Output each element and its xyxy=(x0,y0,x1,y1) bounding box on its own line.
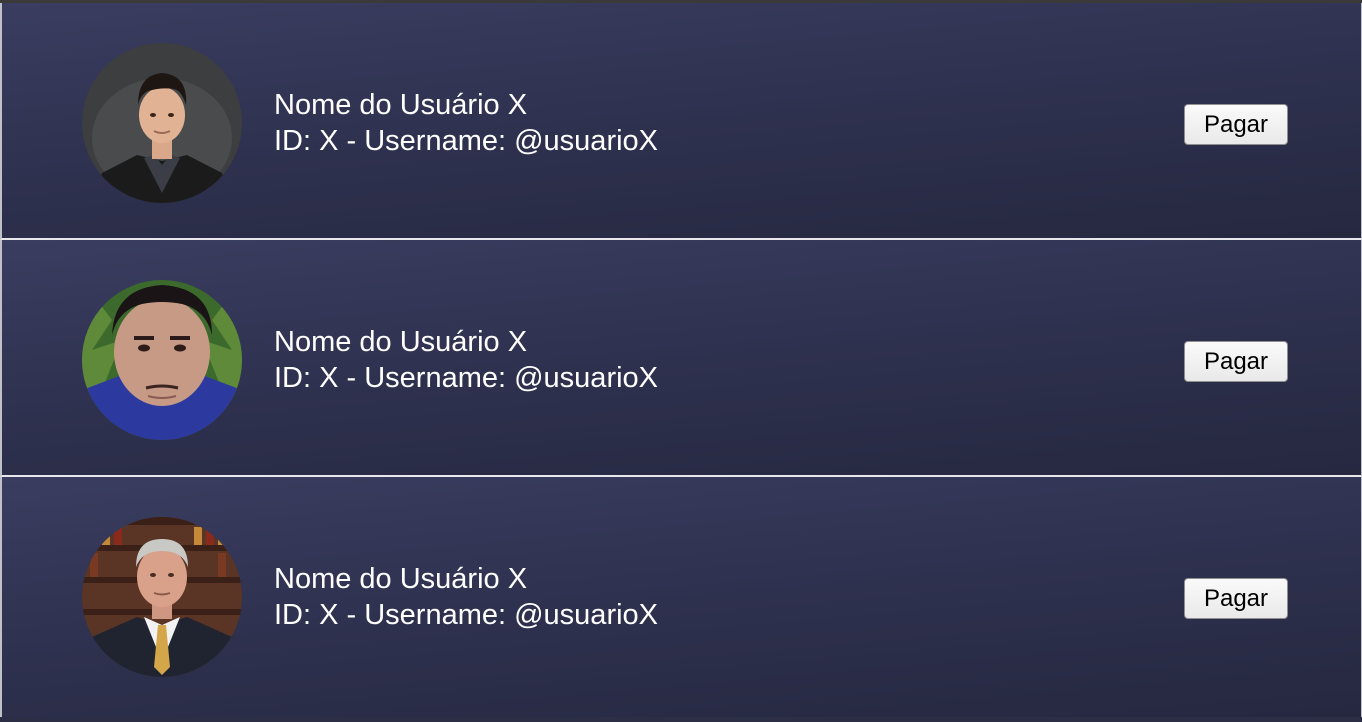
user-details: ID: X - Username: @usuarioX xyxy=(274,125,659,157)
user-photo-icon xyxy=(82,517,242,677)
user-details: ID: X - Username: @usuarioX xyxy=(274,599,659,631)
avatar xyxy=(82,517,242,677)
user-name: Nome do Usuário X xyxy=(274,326,528,358)
user-list: Nome do Usuário X ID: X - Username: @usu… xyxy=(0,3,1362,717)
user-info: Nome do Usuário X ID: X - Username: @usu… xyxy=(274,324,658,396)
avatar xyxy=(82,43,242,203)
user-photo-icon xyxy=(82,280,242,440)
user-card: Nome do Usuário X ID: X - Username: @usu… xyxy=(0,3,1362,240)
avatar xyxy=(82,280,242,440)
user-card: Nome do Usuário X ID: X - Username: @usu… xyxy=(0,477,1362,717)
pay-button[interactable]: Pagar xyxy=(1184,341,1288,382)
user-name: Nome do Usuário X xyxy=(274,89,528,121)
user-details: ID: X - Username: @usuarioX xyxy=(274,362,659,394)
pay-button[interactable]: Pagar xyxy=(1184,104,1288,145)
user-name: Nome do Usuário X xyxy=(274,563,528,595)
user-info: Nome do Usuário X ID: X - Username: @usu… xyxy=(274,87,658,159)
user-info: Nome do Usuário X ID: X - Username: @usu… xyxy=(274,561,658,633)
pay-button[interactable]: Pagar xyxy=(1184,578,1288,619)
user-photo-icon xyxy=(82,43,242,203)
user-card: Nome do Usuário X ID: X - Username: @usu… xyxy=(0,240,1362,477)
